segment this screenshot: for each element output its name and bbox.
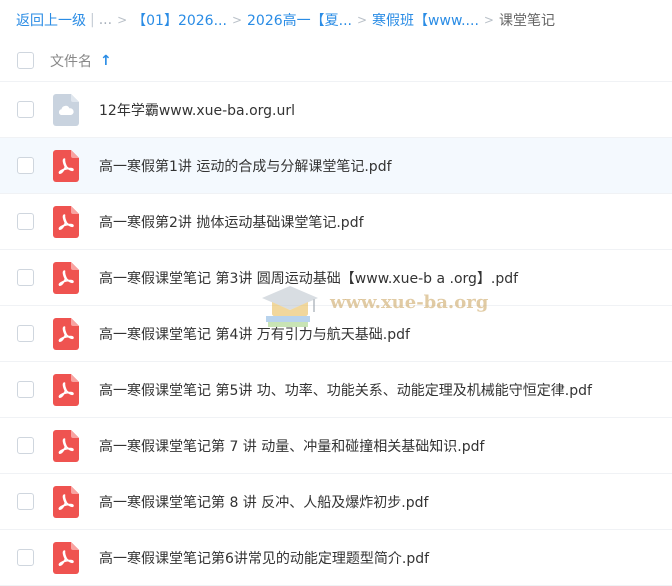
chevron-right-icon: >	[117, 13, 128, 27]
back-link[interactable]: 返回上一级	[16, 10, 86, 30]
arrow-up-icon: ↑	[100, 52, 112, 69]
row-checkbox[interactable]	[17, 381, 34, 398]
file-name[interactable]: 高一寒假课堂笔记 第4讲 万有引力与航天基础.pdf	[99, 324, 410, 344]
row-checkbox[interactable]	[17, 269, 34, 286]
row-checkbox[interactable]	[17, 325, 34, 342]
chevron-right-icon: >	[231, 13, 242, 27]
file-name[interactable]: 高一寒假第2讲 抛体运动基础课堂笔记.pdf	[99, 212, 364, 232]
list-item[interactable]: 高一寒假课堂笔记 第4讲 万有引力与航天基础.pdf	[0, 306, 672, 362]
pdf-icon	[53, 318, 79, 350]
chevron-right-icon: >	[356, 13, 368, 27]
pdf-icon	[53, 206, 79, 238]
column-filename-label: 文件名	[50, 53, 92, 70]
file-name[interactable]: 高一寒假第1讲 运动的合成与分解课堂笔记.pdf	[99, 156, 392, 176]
list-item[interactable]: 高一寒假第2讲 抛体运动基础课堂笔记.pdf	[0, 194, 672, 250]
list-item[interactable]: 高一寒假课堂笔记第6讲常见的动能定理题型简介.pdf	[0, 530, 672, 586]
chevron-right-icon: >	[483, 13, 494, 27]
file-name[interactable]: 高一寒假课堂笔记 第3讲 圆周运动基础【www.xue-b a .org】.pd…	[99, 268, 518, 288]
breadcrumb-divider: |	[90, 12, 95, 28]
list-item[interactable]: 高一寒假课堂笔记 第3讲 圆周运动基础【www.xue-b a .org】.pd…	[0, 250, 672, 306]
link-file-icon	[53, 94, 79, 126]
row-checkbox[interactable]	[17, 437, 34, 454]
breadcrumb-current: 课堂笔记	[498, 13, 555, 29]
file-list: 12年学霸www.xue-ba.org.url 高一寒假第1讲 运动的合成与分解…	[0, 82, 672, 586]
select-all-checkbox[interactable]	[17, 52, 34, 69]
file-name[interactable]: 高一寒假课堂笔记第 7 讲 动量、冲量和碰撞相关基础知识.pdf	[99, 436, 484, 456]
file-name[interactable]: 高一寒假课堂笔记 第5讲 功、功率、功能关系、动能定理及机械能守恒定律.pdf	[99, 380, 592, 400]
breadcrumb-item-1[interactable]: 【01】2026...	[132, 10, 227, 30]
breadcrumb: 返回上一级 | ... > 【01】2026... > 2026高一【夏... …	[0, 0, 672, 40]
list-item[interactable]: 高一寒假课堂笔记 第5讲 功、功率、功能关系、动能定理及机械能守恒定律.pdf	[0, 362, 672, 418]
file-name[interactable]: 高一寒假课堂笔记第6讲常见的动能定理题型简介.pdf	[99, 548, 429, 568]
row-checkbox[interactable]	[17, 213, 34, 230]
breadcrumb-item-3[interactable]: 寒假班【www....	[372, 10, 479, 30]
breadcrumb-item-2[interactable]: 2026高一【夏...	[247, 10, 352, 30]
file-name[interactable]: 12年学霸www.xue-ba.org.url	[99, 100, 295, 120]
row-checkbox[interactable]	[17, 549, 34, 566]
pdf-icon	[53, 542, 79, 574]
file-list-header: 文件名 ↑	[0, 40, 672, 82]
list-item[interactable]: 12年学霸www.xue-ba.org.url	[0, 82, 672, 138]
file-name[interactable]: 高一寒假课堂笔记第 8 讲 反冲、人船及爆炸初步.pdf	[99, 492, 428, 512]
column-filename-sort[interactable]: 文件名 ↑	[50, 51, 112, 71]
row-checkbox[interactable]	[17, 101, 34, 118]
pdf-icon	[53, 486, 79, 518]
list-item[interactable]: 高一寒假课堂笔记第 8 讲 反冲、人船及爆炸初步.pdf	[0, 474, 672, 530]
row-checkbox[interactable]	[17, 493, 34, 510]
list-item[interactable]: 高一寒假第1讲 运动的合成与分解课堂笔记.pdf	[0, 138, 672, 194]
pdf-icon	[53, 262, 79, 294]
list-item[interactable]: 高一寒假课堂笔记第 7 讲 动量、冲量和碰撞相关基础知识.pdf	[0, 418, 672, 474]
pdf-icon	[53, 374, 79, 406]
pdf-icon	[53, 430, 79, 462]
pdf-icon	[53, 150, 79, 182]
breadcrumb-ellipsis[interactable]: ...	[99, 12, 112, 28]
row-checkbox[interactable]	[17, 157, 34, 174]
